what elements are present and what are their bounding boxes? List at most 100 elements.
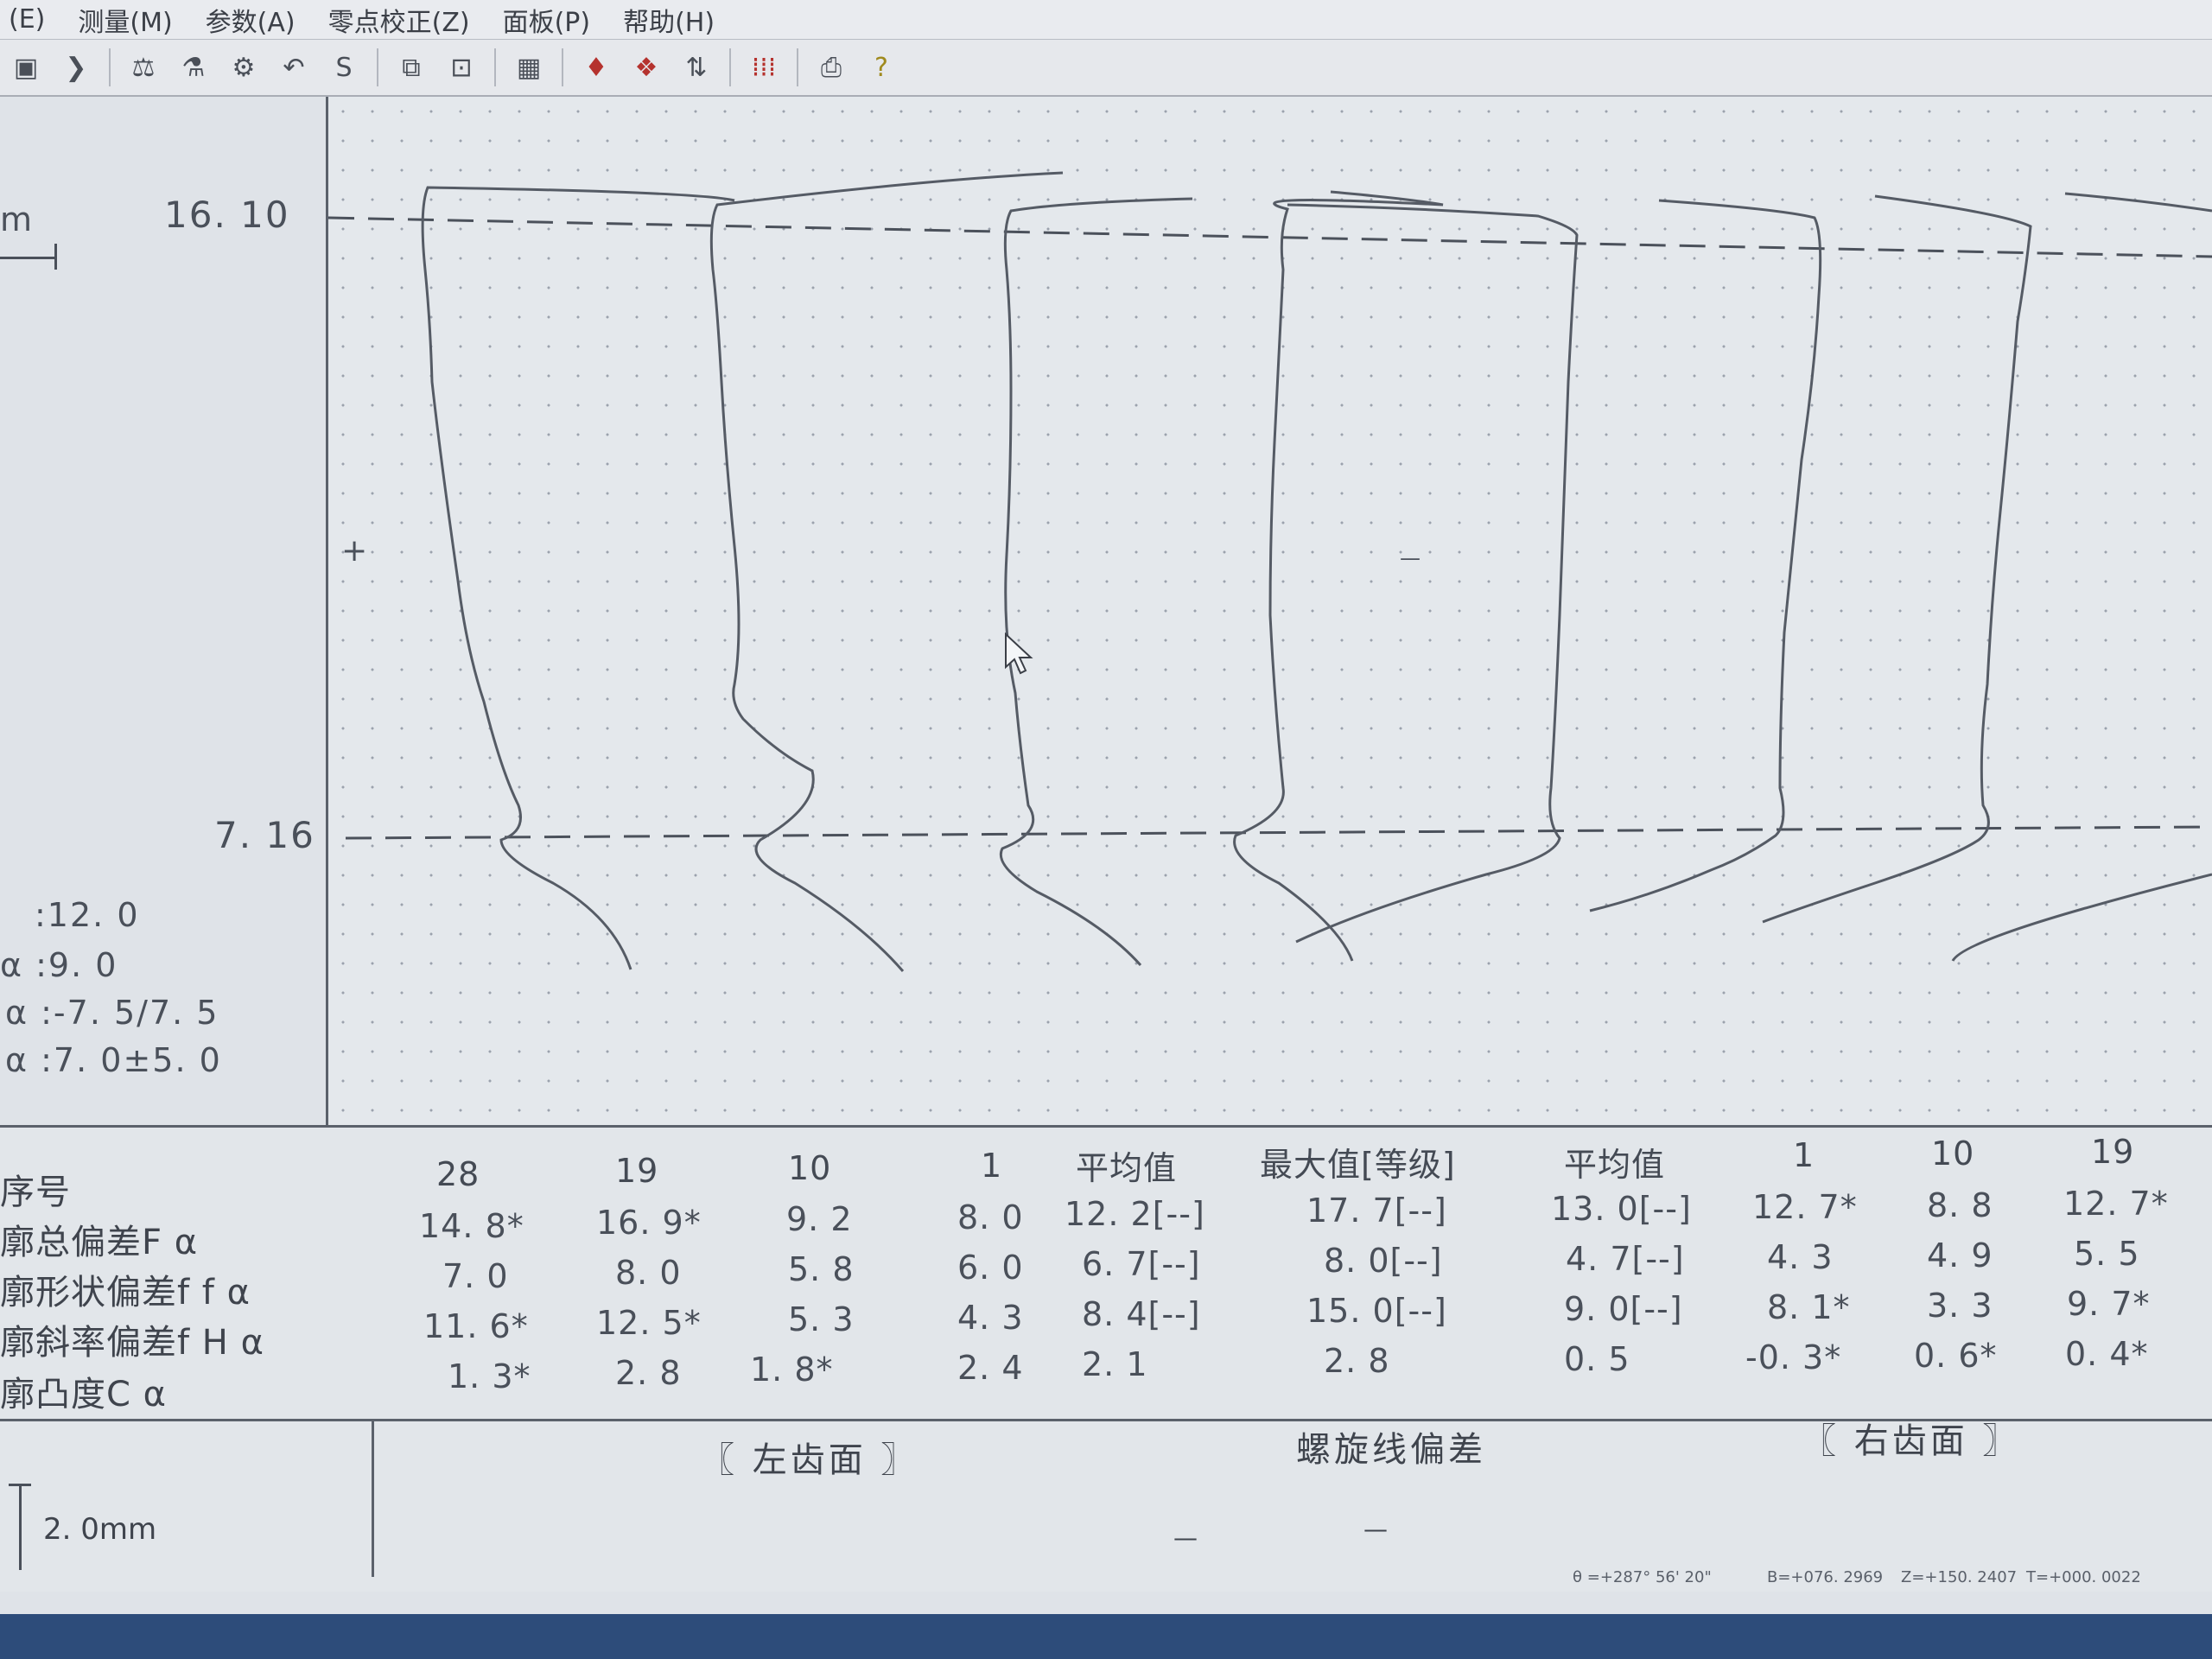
toolbar-separator — [797, 48, 798, 86]
marker2-icon[interactable]: ❖ — [629, 50, 664, 85]
footer-mark-2: — — [1363, 1515, 1391, 1543]
status-b: B=+076. 2969 — [1767, 1568, 1884, 1586]
menu-item-zero-calibrate[interactable]: 零点校正(Z) — [328, 1, 470, 39]
table-cell: 12. 2[--] — [1065, 1195, 1205, 1233]
profile-curve-4 — [1233, 190, 1444, 962]
save-icon[interactable]: ▣ — [9, 50, 43, 85]
window2-icon[interactable]: ⊡ — [444, 50, 479, 85]
row-label-total-profile-deviation: 廓总偏差F α — [0, 1223, 199, 1262]
profile-curve-7 — [1951, 192, 2212, 962]
table-cell: 4. 7[--] — [1566, 1240, 1685, 1278]
table-cell: 0. 6* — [1914, 1337, 1998, 1375]
toolbar-separator — [377, 48, 378, 86]
row-label-profile-slope-deviation: 廓斜率偏差f H α — [0, 1323, 264, 1363]
results-table: 序号 28 19 10 1 平均值 最大值[等级] 平均值 1 10 19 廓总… — [0, 1125, 2212, 1419]
table-header-average-right: 平均值 — [1564, 1146, 1666, 1184]
table-cell: 2. 4 — [957, 1349, 1024, 1387]
table-cell: 0. 5 — [1564, 1340, 1630, 1378]
mouse-cursor-icon — [1005, 632, 1033, 675]
param-line-2: α :9. 0 — [0, 946, 118, 984]
table-cell: 7. 0 — [442, 1257, 509, 1295]
table-cell: 6. 7[--] — [1082, 1245, 1201, 1283]
undo-icon[interactable]: ↶ — [276, 50, 311, 85]
menu-bar: (E) 测量(M) 参数(A) 零点校正(Z) 面板(P) 帮助(H) — [0, 0, 2212, 40]
status-z: Z=+150. 2407 — [1901, 1568, 2018, 1586]
measure-c-icon[interactable]: ⚙ — [226, 50, 261, 85]
window-icon[interactable]: ⧉ — [394, 50, 429, 85]
table-header: 1 — [1793, 1136, 1815, 1174]
status-t: T=+000. 0022 — [2026, 1568, 2141, 1586]
table-cell: 8. 4[--] — [1082, 1295, 1201, 1333]
table-cell: -0. 3* — [1745, 1338, 1842, 1376]
menu-item-help[interactable]: 帮助(H) — [623, 1, 715, 39]
grid-icon[interactable]: ▦ — [512, 50, 546, 85]
param-line-4: α :7. 0±5. 0 — [5, 1041, 222, 1079]
profile-curve-3 — [1000, 197, 1193, 966]
table-cell: 8. 1* — [1767, 1288, 1851, 1326]
measure-a-icon[interactable]: ⚖ — [126, 50, 161, 85]
table-header: 19 — [615, 1152, 659, 1190]
table-header: 19 — [2091, 1133, 2135, 1171]
marker-icon[interactable]: ♦ — [579, 50, 613, 85]
table-cell: 5. 8 — [788, 1250, 855, 1288]
redo-icon[interactable]: S — [327, 50, 361, 85]
table-cell: 2. 8 — [1324, 1342, 1390, 1380]
table-cell: 17. 7[--] — [1306, 1192, 1447, 1230]
dots-icon[interactable]: ⁞⁞⁞ — [747, 50, 781, 85]
table-cell: 9. 7* — [2067, 1285, 2151, 1323]
print-icon[interactable]: ⎙ — [814, 50, 849, 85]
axis-icon[interactable]: ⇅ — [679, 50, 714, 85]
menu-item-edit[interactable]: (E) — [9, 4, 45, 35]
taskbar[interactable] — [0, 1614, 2212, 1659]
table-header: 10 — [788, 1149, 832, 1187]
status-theta: θ =+287° 56' 20" — [1573, 1568, 1712, 1586]
table-header-index: 序号 — [0, 1173, 71, 1212]
table-cell: 8. 8 — [1927, 1186, 1993, 1224]
table-cell: 3. 3 — [1927, 1287, 1993, 1325]
plus-mark: + — [341, 533, 368, 569]
upper-limit-line — [328, 216, 2212, 258]
profile-curve-1 — [421, 186, 735, 970]
toolbar-separator — [494, 48, 496, 86]
scale-bar — [19, 1484, 22, 1570]
lower-limit-value: 7. 16 — [214, 814, 315, 856]
help-icon[interactable]: ? — [864, 50, 899, 85]
table-cell: 16. 9* — [596, 1204, 702, 1242]
table-cell: 12. 7* — [2063, 1185, 2169, 1223]
lower-limit-line — [345, 825, 2212, 840]
table-cell: 13. 0[--] — [1551, 1190, 1692, 1228]
left-panel: m 16. 10 7. 16 :12. 0 α :9. 0 α :-7. 5/7… — [0, 97, 328, 1125]
table-header: 1 — [981, 1147, 1003, 1185]
table-cell: 9. 2 — [786, 1200, 853, 1238]
measure-b-icon[interactable]: ⚗ — [176, 50, 211, 85]
table-cell: 5. 3 — [788, 1300, 855, 1338]
doc-icon[interactable]: ❯ — [59, 50, 93, 85]
upper-limit-value: 16. 10 — [164, 194, 290, 236]
table-cell: 0. 4* — [2065, 1335, 2149, 1373]
right-tooth-flank-label: 〖 右齿面 〗 — [1802, 1421, 2021, 1461]
table-cell: 8. 0[--] — [1324, 1242, 1443, 1280]
footer-mark-1: — — [1173, 1523, 1201, 1552]
table-cell: 2. 1 — [1082, 1345, 1148, 1383]
table-cell: 12. 5* — [596, 1304, 702, 1342]
table-cell: 11. 6* — [423, 1307, 529, 1345]
profile-curve-5 — [1589, 199, 1822, 912]
scale-tick-end — [54, 244, 57, 270]
profile-curve-6 — [1762, 194, 2032, 924]
row-label-profile-form-deviation: 廓形状偏差f f α — [0, 1273, 251, 1313]
profile-plot-area[interactable]: + — — [328, 97, 2212, 1125]
table-cell: 2. 8 — [615, 1354, 682, 1392]
table-header: 28 — [436, 1155, 480, 1193]
status-bar: θ =+287° 56' 20" B=+076. 2969 Z=+150. 24… — [0, 1560, 2212, 1599]
footer-divider — [372, 1421, 374, 1577]
menu-item-panel[interactable]: 面板(P) — [503, 1, 591, 39]
param-line-1: :12. 0 — [35, 896, 140, 934]
table-cell: 5. 5 — [2074, 1235, 2140, 1273]
profile-curve-2 — [709, 171, 1064, 972]
menu-item-measure[interactable]: 测量(M) — [78, 1, 172, 39]
unit-label: m — [0, 200, 35, 238]
menu-item-params[interactable]: 参数(A) — [206, 1, 296, 39]
table-cell: 14. 8* — [419, 1207, 524, 1245]
table-cell: 9. 0[--] — [1564, 1290, 1683, 1328]
table-cell: 8. 0 — [615, 1254, 682, 1292]
